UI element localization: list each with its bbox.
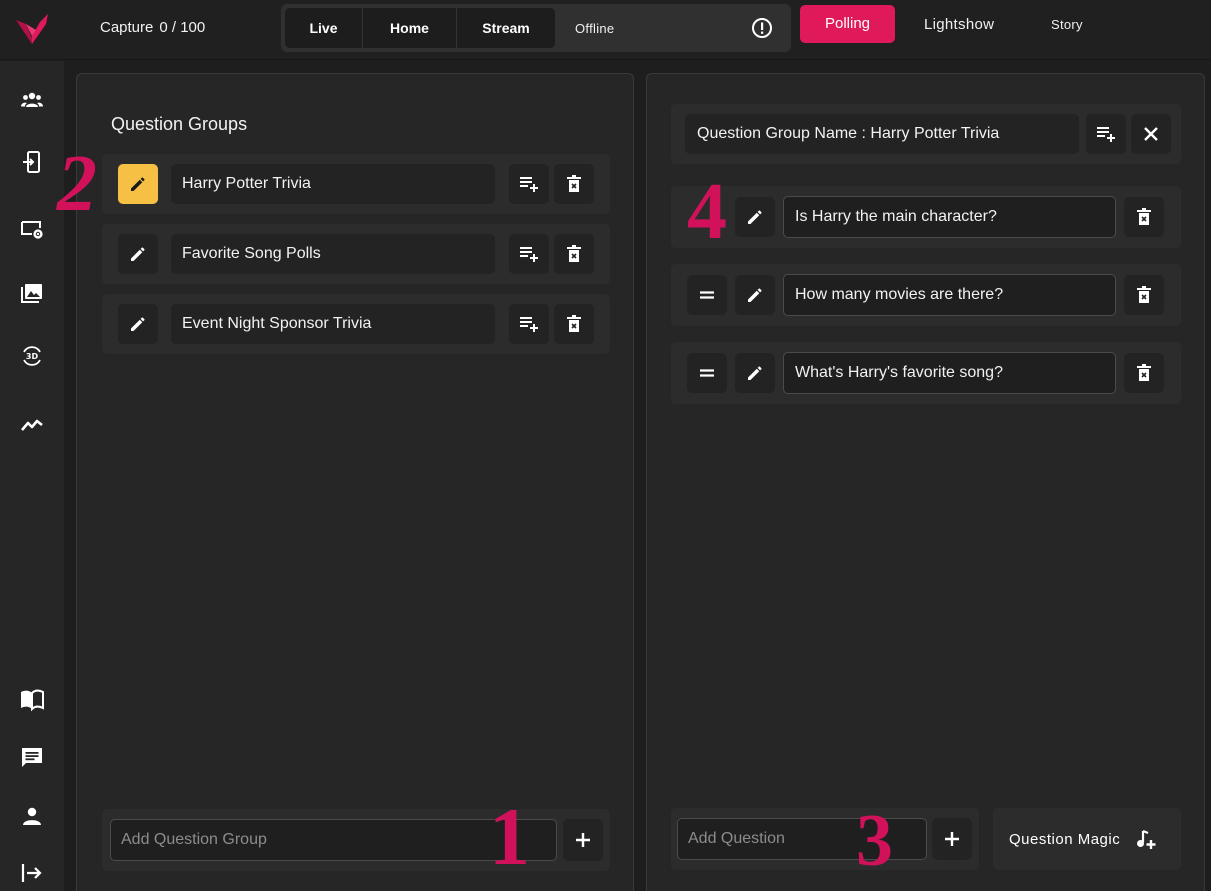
- mode-home-button[interactable]: Home: [363, 8, 457, 48]
- drag-handle-icon[interactable]: [687, 353, 727, 393]
- media-gallery-icon[interactable]: [20, 281, 44, 305]
- mode-stream-button[interactable]: Stream: [457, 8, 555, 48]
- add-to-playlist-button[interactable]: [509, 234, 549, 274]
- sidebar: 3D: [0, 61, 64, 891]
- delete-group-button[interactable]: [554, 304, 594, 344]
- question-groups-panel: Question Groups Harry Potter Trivia Favo…: [76, 73, 634, 891]
- delete-group-button[interactable]: [554, 164, 594, 204]
- group-name[interactable]: Harry Potter Trivia: [171, 164, 495, 204]
- device-login-icon[interactable]: [20, 150, 44, 174]
- add-to-playlist-button[interactable]: [1086, 114, 1126, 154]
- alert-icon[interactable]: [751, 17, 773, 39]
- question-editor-panel: Question Group Name : Harry Potter Trivi…: [646, 73, 1205, 891]
- add-question-button[interactable]: [932, 818, 972, 860]
- question-magic-button[interactable]: Question Magic: [993, 808, 1181, 870]
- question-text[interactable]: What's Harry's favorite song?: [783, 352, 1116, 394]
- top-bar: Capture 0 / 100 Live Home Stream Offline …: [0, 0, 1211, 60]
- delete-question-button[interactable]: [1124, 275, 1164, 315]
- mode-bar: Live Home Stream Offline: [281, 4, 791, 52]
- add-group-button[interactable]: [563, 819, 603, 861]
- question-row: How many movies are there?: [671, 264, 1181, 326]
- delete-question-button[interactable]: [1124, 197, 1164, 237]
- group-header: Question Group Name : Harry Potter Trivi…: [671, 104, 1181, 164]
- add-to-playlist-button[interactable]: [509, 164, 549, 204]
- analytics-icon[interactable]: [20, 412, 44, 436]
- tab-lightshow[interactable]: Lightshow: [924, 16, 994, 33]
- group-row: Event Night Sponsor Trivia: [102, 294, 610, 354]
- svg-text:3D: 3D: [26, 352, 39, 361]
- group-name[interactable]: Favorite Song Polls: [171, 234, 495, 274]
- edit-group-button[interactable]: [118, 164, 158, 204]
- status-text: Offline: [575, 21, 615, 36]
- screen-settings-icon[interactable]: [20, 217, 44, 241]
- capture-counter: Capture 0 / 100: [100, 19, 205, 36]
- book-icon[interactable]: [20, 688, 44, 712]
- chat-icon[interactable]: [20, 746, 44, 770]
- close-button[interactable]: [1131, 114, 1171, 154]
- annotation-number: 3: [856, 800, 893, 882]
- edit-question-button[interactable]: [735, 353, 775, 393]
- edit-question-button[interactable]: [735, 275, 775, 315]
- add-to-playlist-button[interactable]: [509, 304, 549, 344]
- annotation-number: 1: [489, 791, 530, 882]
- music-note-plus-icon: [1137, 829, 1156, 849]
- mode-live-button[interactable]: Live: [285, 8, 363, 48]
- edit-question-button[interactable]: [735, 197, 775, 237]
- tab-story[interactable]: Story: [1051, 17, 1083, 32]
- logout-icon[interactable]: [20, 861, 44, 885]
- question-row: What's Harry's favorite song?: [671, 342, 1181, 404]
- capture-count: 0 / 100: [159, 19, 206, 36]
- add-question-row: [671, 808, 979, 870]
- group-row: Favorite Song Polls: [102, 224, 610, 284]
- group-name[interactable]: Event Night Sponsor Trivia: [171, 304, 495, 344]
- 3d-rotation-icon[interactable]: 3D: [20, 344, 44, 368]
- add-group-row: [102, 809, 610, 871]
- edit-group-button[interactable]: [118, 234, 158, 274]
- question-text[interactable]: How many movies are there?: [783, 274, 1116, 316]
- drag-handle-icon[interactable]: [687, 275, 727, 315]
- tab-polling[interactable]: Polling: [800, 5, 895, 43]
- question-text[interactable]: Is Harry the main character?: [783, 196, 1116, 238]
- annotation-number: 4: [687, 168, 727, 256]
- capture-label: Capture: [100, 19, 154, 36]
- user-icon[interactable]: [20, 804, 44, 828]
- group-name-field[interactable]: Question Group Name : Harry Potter Trivi…: [685, 114, 1079, 154]
- group-row: Harry Potter Trivia: [102, 154, 610, 214]
- question-magic-label: Question Magic: [1009, 831, 1121, 848]
- question-row: Is Harry the main character?: [671, 186, 1181, 248]
- annotation-number: 2: [57, 140, 97, 228]
- mode-toggle-group: Live Home Stream: [285, 8, 555, 48]
- panel-title: Question Groups: [111, 114, 248, 134]
- delete-question-button[interactable]: [1124, 353, 1164, 393]
- delete-group-button[interactable]: [554, 234, 594, 274]
- app-logo[interactable]: [16, 14, 48, 44]
- edit-group-button[interactable]: [118, 304, 158, 344]
- audience-icon[interactable]: [20, 88, 44, 112]
